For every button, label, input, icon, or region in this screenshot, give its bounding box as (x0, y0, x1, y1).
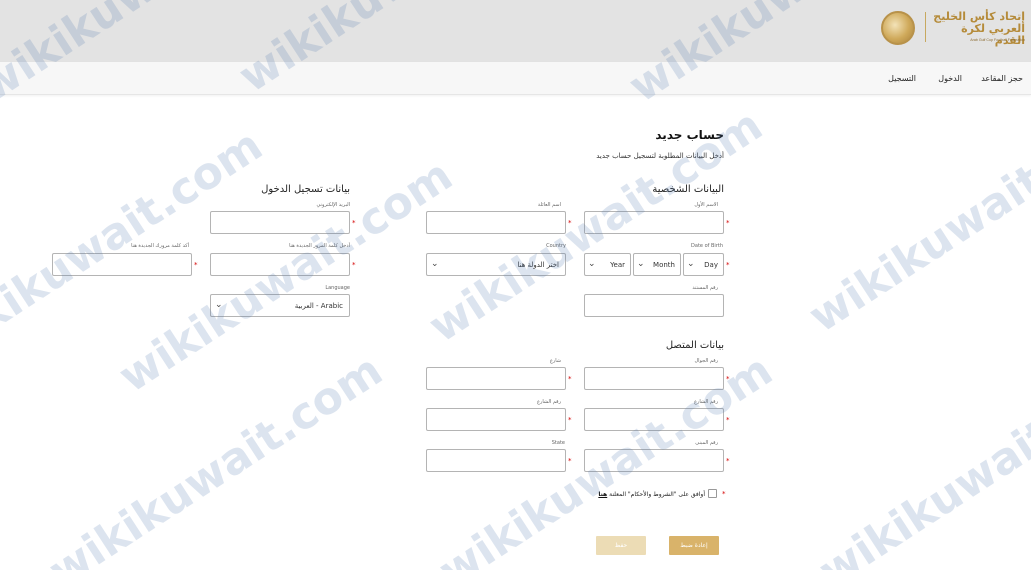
country-select[interactable]: اختر الدولة هنا ⌄ (426, 253, 566, 276)
page-subtitle: أدخل البيانات المطلوبة لتسجيل حساب جديد (596, 152, 724, 160)
last-name-input[interactable] (426, 211, 566, 234)
last-name-label: اسم العائلة (537, 202, 561, 208)
building-number-input[interactable] (584, 449, 724, 472)
main-navigation: حجز المقاعد الدخول التسجيل (0, 62, 1031, 95)
required-marker: * (568, 219, 572, 227)
required-marker: * (194, 261, 198, 269)
document-number-input[interactable] (584, 294, 724, 317)
language-label: Language (325, 285, 350, 291)
logo-subtitle: Arab Gulf Cup Football Federation (970, 38, 1025, 42)
language-select[interactable]: Arabic - العربية ⌄ (210, 294, 350, 317)
street-number-2-label: رقم الشارع (536, 399, 561, 405)
dob-day-select[interactable]: Day ⌄ (683, 253, 724, 276)
login-data-heading: بيانات تسجيل الدخول (261, 184, 350, 195)
nav-seat-booking[interactable]: حجز المقاعد (981, 74, 1023, 83)
required-marker: * (726, 219, 730, 227)
first-name-input[interactable] (584, 211, 724, 234)
state-input[interactable] (426, 449, 566, 472)
document-number-label: رقم المستند (692, 285, 718, 291)
save-button[interactable]: حفظ (596, 536, 646, 555)
chevron-down-icon: ⌄ (431, 259, 439, 269)
required-marker: * (568, 375, 572, 383)
password-input[interactable] (210, 253, 350, 276)
dob-month-select[interactable]: Month ⌄ (633, 253, 681, 276)
nav-login[interactable]: الدخول (938, 74, 962, 83)
required-marker: * (352, 261, 356, 269)
required-marker: * (726, 416, 730, 424)
state-label: State (551, 440, 565, 446)
confirm-password-input[interactable] (52, 253, 192, 276)
nav-register[interactable]: التسجيل (888, 74, 916, 83)
password-label: أدخل كلمة المرور الجديدة هنا (289, 243, 350, 249)
contact-data-heading: بيانات المتصل (665, 340, 724, 351)
chevron-down-icon: ⌄ (687, 259, 695, 269)
required-marker: * (568, 457, 572, 465)
dob-year-select[interactable]: Year ⌄ (584, 253, 631, 276)
required-marker: * (722, 490, 726, 498)
confirm-password-label: أكد كلمة مرورك الجديدة هنا (131, 243, 189, 249)
street-number-input[interactable] (584, 408, 724, 431)
watermark-text: wikikuwait.com (810, 344, 1031, 570)
terms-checkbox[interactable] (708, 489, 717, 498)
watermark-text: wikikuwait.com (800, 89, 1031, 343)
country-label: Country (546, 243, 566, 249)
federation-logo-icon (881, 11, 915, 45)
dob-label: Date of Birth (691, 243, 723, 249)
mobile-input[interactable] (584, 367, 724, 390)
street-number-label: رقم الشارع (693, 399, 718, 405)
street-input[interactable] (426, 367, 566, 390)
email-input[interactable] (210, 211, 350, 234)
street-number-2-input[interactable] (426, 408, 566, 431)
required-marker: * (568, 416, 572, 424)
required-marker: * (352, 219, 356, 227)
terms-text: أوافق على "الشروط والأحكام" المعلنة هنا (598, 491, 705, 498)
top-header: إتحاد كأس الخليج العربي لكرة القدم Arab … (0, 0, 1031, 62)
watermark-text: wikikuwait.com (40, 344, 392, 570)
mobile-label: رقم الجوال (694, 358, 718, 364)
required-marker: * (726, 261, 730, 269)
first-name-label: الاسم الأول (694, 202, 718, 208)
chevron-down-icon: ⌄ (637, 259, 645, 269)
reset-button[interactable]: إعادة ضبط (669, 536, 719, 555)
street-label: شارع (549, 358, 561, 364)
page-title: حساب جديد (655, 128, 724, 142)
chevron-down-icon: ⌄ (588, 259, 596, 269)
required-marker: * (726, 457, 730, 465)
email-label: البريد الإلكتروني (316, 202, 350, 208)
building-number-label: رقم المبنى (695, 440, 718, 446)
required-marker: * (726, 375, 730, 383)
personal-data-heading: البيانات الشخصية (652, 184, 724, 195)
chevron-down-icon: ⌄ (215, 300, 223, 310)
logo-divider (925, 12, 926, 42)
terms-link[interactable]: هنا (598, 491, 607, 498)
